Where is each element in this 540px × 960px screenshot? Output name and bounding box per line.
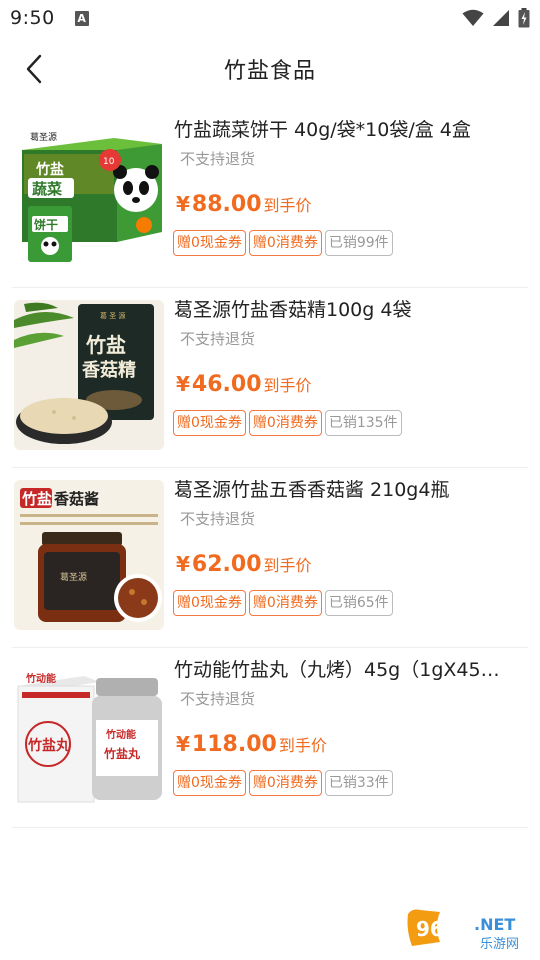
product-item[interactable]: 竹动能 竹盐丸 竹动能 竹盐丸 竹动能竹盐丸（九烤）45g（1gX45… 不支持… [12, 648, 528, 828]
wifi-icon [462, 9, 484, 26]
product-item[interactable]: 葛圣源 竹盐 蔬菜 饼干 10 竹盐蔬菜饼干 40g/袋*10袋/盒 4盒 不支… [12, 108, 528, 288]
cash-coupon-tag: 赠0现金券 [173, 410, 246, 436]
price-value: 118.00 [191, 732, 277, 757]
price-suffix: 到手价 [263, 196, 312, 215]
consume-coupon-tag: 赠0消费券 [248, 770, 322, 796]
svg-text:竹盐丸: 竹盐丸 [27, 737, 71, 754]
product-image[interactable]: 竹盐 香菇酱 葛圣源 [14, 480, 164, 630]
notification-icon: A [74, 10, 89, 26]
currency-symbol: ¥ [176, 732, 190, 756]
svg-text:竹盐: 竹盐 [21, 490, 52, 508]
svg-text:竹盐: 竹盐 [85, 333, 126, 357]
product-info: 竹动能竹盐丸（九烤）45g（1gX45… 不支持退货 [174, 656, 528, 709]
product-item[interactable]: 葛 圣 源 竹盐 香菇精 葛圣源竹盐香菇精100g 4袋 不支持退货 ¥ 46.… [12, 288, 528, 468]
svg-text:竹盐: 竹盐 [35, 161, 64, 178]
svg-text:葛 圣 源: 葛 圣 源 [100, 311, 125, 320]
cash-coupon-tag: 赠0现金券 [173, 230, 246, 256]
product-list: 葛圣源 竹盐 蔬菜 饼干 10 竹盐蔬菜饼干 40g/袋*10袋/盒 4盒 不支… [0, 108, 540, 828]
product-info: 竹盐蔬菜饼干 40g/袋*10袋/盒 4盒 不支持退货 [174, 116, 528, 169]
product-info: 葛圣源竹盐香菇精100g 4袋 不支持退货 [174, 296, 528, 349]
price-suffix: 到手价 [263, 376, 312, 395]
status-time: 9:50 [10, 7, 55, 29]
return-note: 不支持退货 [180, 510, 256, 528]
nav-bar: 竹盐食品 [0, 36, 540, 102]
product-title[interactable]: 葛圣源竹盐五香香菇酱 210g4瓶 [174, 476, 528, 504]
svg-text:10: 10 [103, 157, 115, 167]
status-icons [462, 8, 530, 28]
product-image[interactable]: 竹动能 竹盐丸 竹动能 竹盐丸 [14, 660, 164, 810]
price: ¥ 62.00 到手价 [176, 552, 312, 577]
tag-row: 赠0现金券 赠0消费券 已销65件 [173, 590, 393, 616]
currency-symbol: ¥ [176, 552, 190, 576]
price: ¥ 118.00 到手价 [176, 732, 327, 757]
currency-symbol: ¥ [176, 372, 190, 396]
svg-text:香菇酱: 香菇酱 [54, 490, 99, 508]
signal-icon [493, 10, 509, 26]
sold-count: 已销65件 [324, 590, 393, 616]
consume-coupon-tag: 赠0消费券 [248, 590, 322, 616]
price-value: 88.00 [191, 192, 262, 217]
tag-row: 赠0现金券 赠0消费券 已销99件 [173, 230, 393, 256]
watermark-logo: 962 .NET 乐游网 [404, 906, 534, 952]
watermark-number: 962 [416, 917, 458, 941]
return-note: 不支持退货 [180, 150, 256, 168]
brand-label: 葛圣源 [30, 131, 57, 143]
return-note: 不支持退货 [180, 330, 256, 348]
price-suffix: 到手价 [263, 556, 312, 575]
svg-text:竹盐丸: 竹盐丸 [103, 746, 141, 761]
price-value: 62.00 [191, 552, 262, 577]
status-bar: 9:50 A [0, 0, 540, 36]
svg-text:饼干: 饼干 [34, 217, 58, 232]
consume-coupon-tag: 赠0消费券 [248, 410, 322, 436]
page-title: 竹盐食品 [223, 59, 316, 84]
sold-count: 已销33件 [324, 770, 393, 796]
sold-count: 已销99件 [324, 230, 393, 256]
price: ¥ 46.00 到手价 [176, 372, 312, 397]
product-title[interactable]: 竹动能竹盐丸（九烤）45g（1gX45… [174, 656, 528, 684]
battery-icon [518, 8, 530, 28]
price: ¥ 88.00 到手价 [176, 192, 312, 217]
price-suffix: 到手价 [278, 736, 327, 755]
currency-symbol: ¥ [176, 192, 190, 216]
cash-coupon-tag: 赠0现金券 [173, 770, 246, 796]
consume-coupon-tag: 赠0消费券 [248, 230, 322, 256]
svg-text:竹动能: 竹动能 [25, 672, 56, 685]
product-title[interactable]: 葛圣源竹盐香菇精100g 4袋 [174, 296, 528, 324]
svg-text:香菇精: 香菇精 [81, 359, 136, 381]
return-note: 不支持退货 [180, 690, 256, 708]
svg-text:蔬菜: 蔬菜 [32, 180, 62, 198]
watermark-tagline: 乐游网 [480, 937, 519, 952]
tag-row: 赠0现金券 赠0消费券 已销135件 [173, 410, 402, 436]
chevron-left-icon [26, 54, 42, 84]
product-info: 葛圣源竹盐五香香菇酱 210g4瓶 不支持退货 [174, 476, 528, 529]
product-title[interactable]: 竹盐蔬菜饼干 40g/袋*10袋/盒 4盒 [174, 116, 528, 144]
cash-coupon-tag: 赠0现金券 [173, 590, 246, 616]
product-image[interactable]: 葛圣源 竹盐 蔬菜 饼干 10 [14, 120, 164, 270]
price-value: 46.00 [191, 372, 262, 397]
product-image[interactable]: 葛 圣 源 竹盐 香菇精 [14, 300, 164, 450]
back-button[interactable] [16, 51, 52, 87]
product-item[interactable]: 竹盐 香菇酱 葛圣源 葛圣源竹盐五香香菇酱 210g4瓶 不支持退货 ¥ 62.… [12, 468, 528, 648]
svg-text:竹动能: 竹动能 [105, 728, 136, 741]
sold-count: 已销135件 [324, 410, 402, 436]
tag-row: 赠0现金券 赠0消费券 已销33件 [173, 770, 393, 796]
svg-text:葛圣源: 葛圣源 [60, 571, 87, 583]
watermark-suffix: .NET [474, 915, 515, 934]
